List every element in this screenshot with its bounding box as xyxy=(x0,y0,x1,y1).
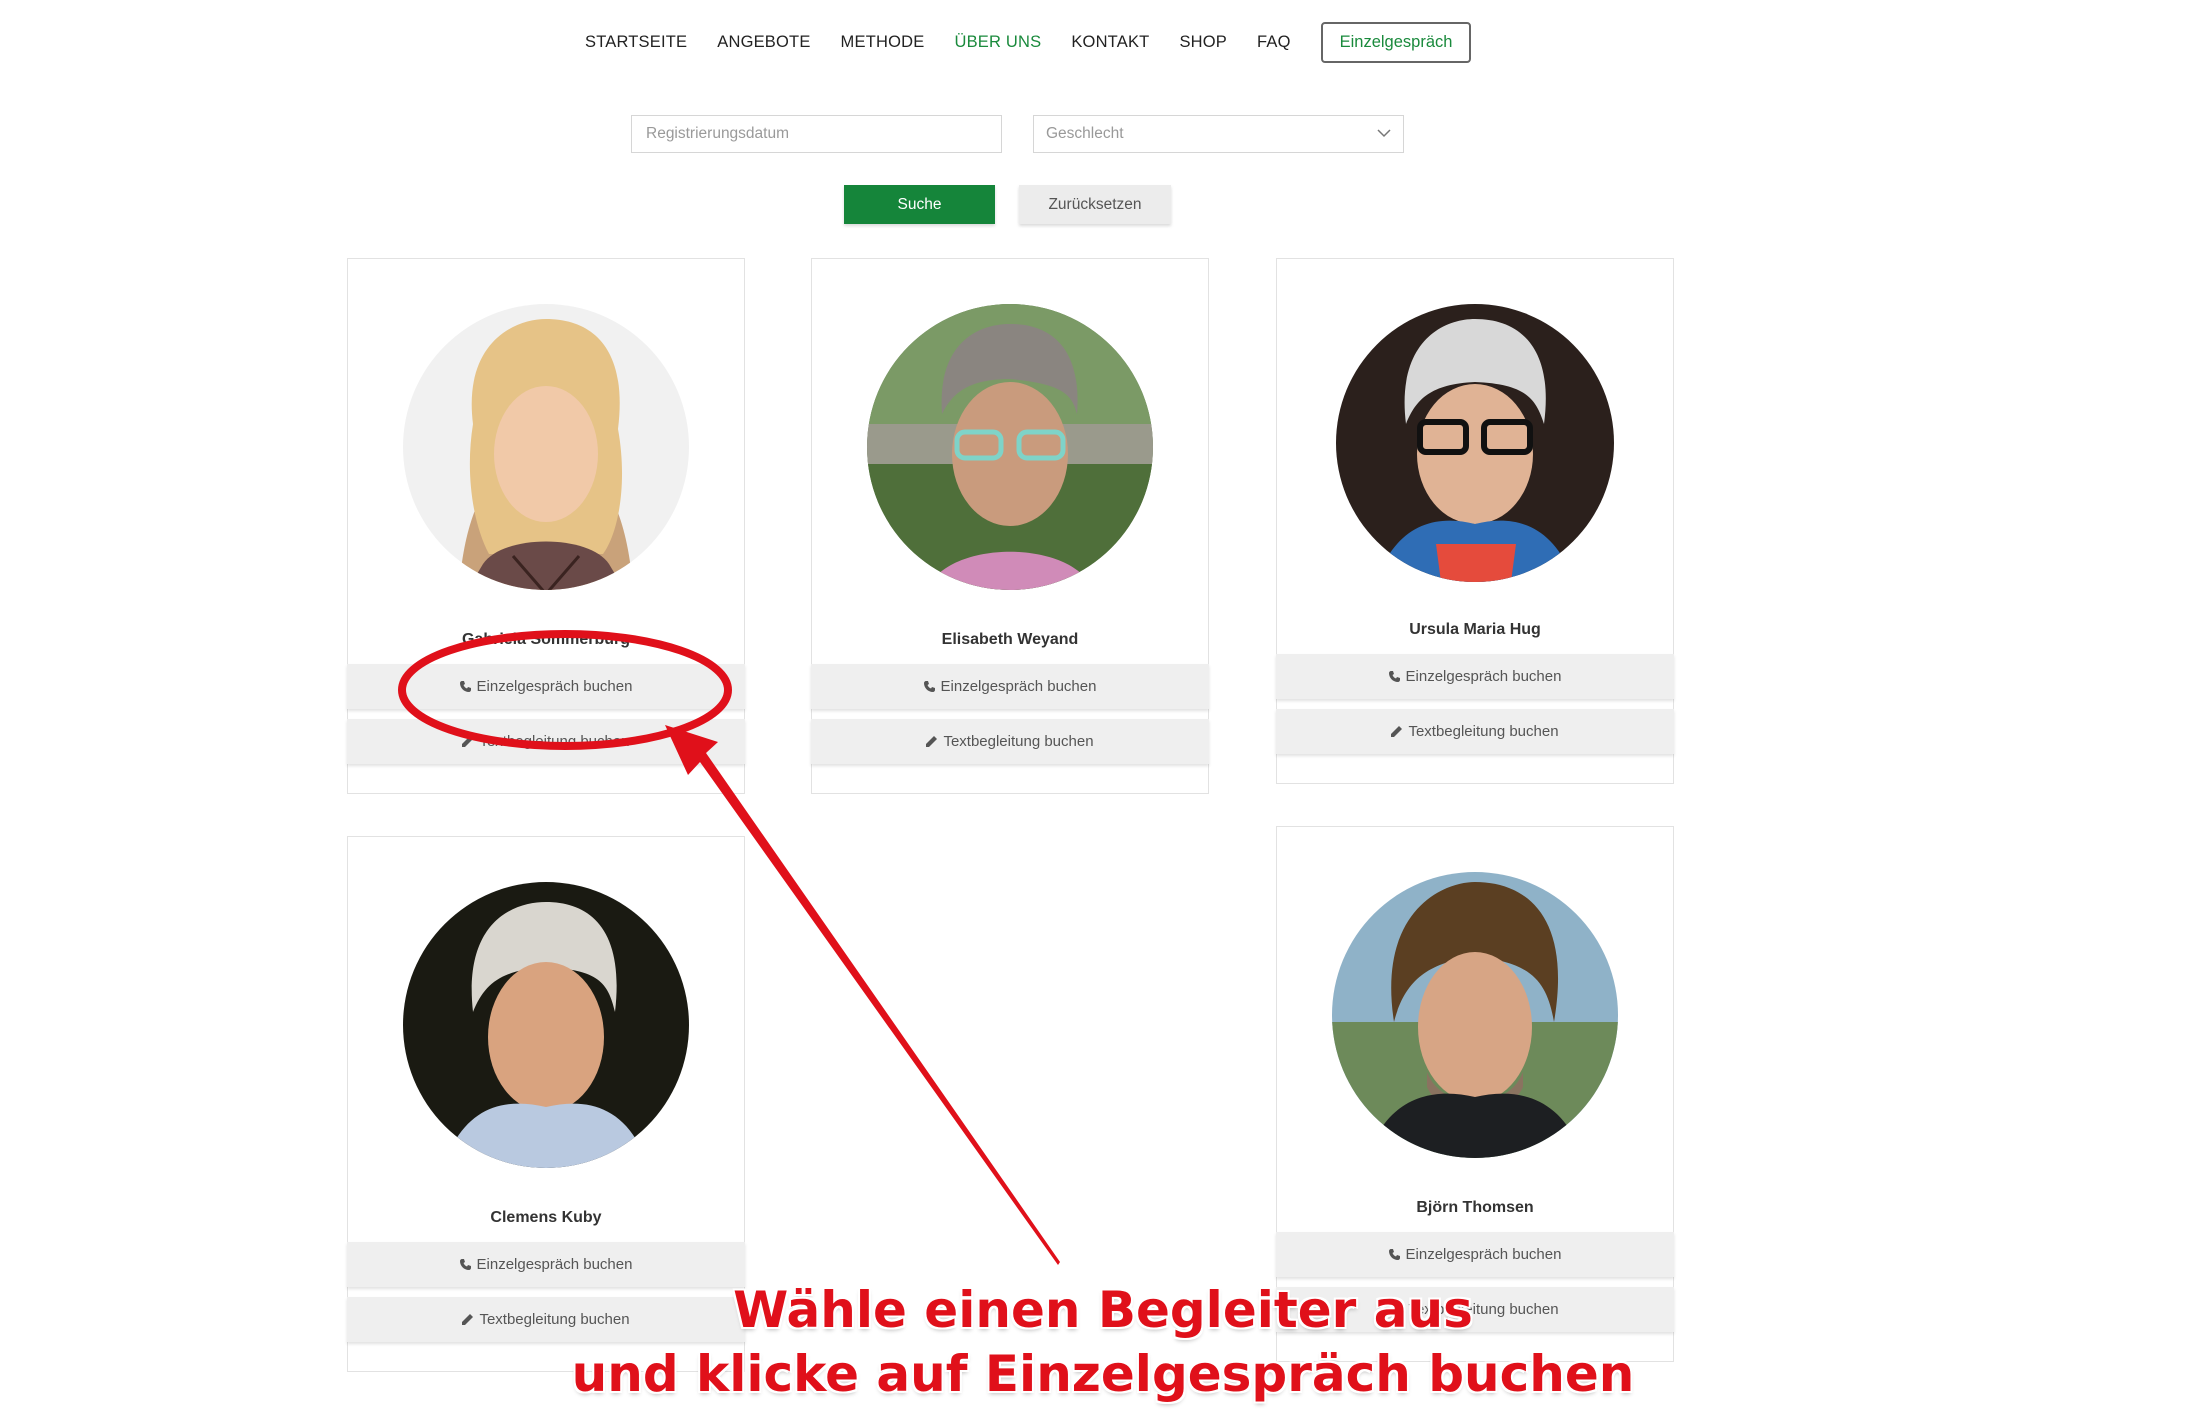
nav-cta-button[interactable]: Einzelgespräch xyxy=(1320,21,1472,63)
book-text-label: Textbegleitung buchen xyxy=(479,733,630,750)
pencil-icon xyxy=(1391,726,1403,737)
phone-icon xyxy=(1388,1249,1400,1260)
nav-item-startseite[interactable]: STARTSEITE xyxy=(585,33,687,52)
chevron-down-icon xyxy=(1377,129,1391,138)
companion-card: Elisabeth Weyand Einzelgespräch buchen T… xyxy=(810,258,1209,794)
companion-name: Gabriela Sommerburg xyxy=(461,631,631,648)
book-call-button[interactable]: Einzelgespräch buchen xyxy=(1275,1232,1674,1277)
companion-name: Elisabeth Weyand xyxy=(941,631,1079,648)
gender-select-value: Geschlecht xyxy=(1046,125,1124,142)
book-text-button[interactable]: Textbegleitung buchen xyxy=(346,719,745,764)
avatar xyxy=(1336,304,1614,582)
book-call-label: Einzelgespräch buchen xyxy=(1405,668,1562,685)
phone-icon xyxy=(923,681,935,692)
nav-item-ueber-uns[interactable]: ÜBER UNS xyxy=(954,33,1041,52)
avatar xyxy=(867,304,1153,590)
book-call-button[interactable]: Einzelgespräch buchen xyxy=(346,664,745,709)
companion-name: Björn Thomsen xyxy=(1416,1199,1534,1216)
book-call-label: Einzelgespräch buchen xyxy=(476,678,633,695)
book-call-label: Einzelgespräch buchen xyxy=(940,678,1097,695)
nav-item-kontakt[interactable]: KONTAKT xyxy=(1071,33,1149,52)
book-call-button[interactable]: Einzelgespräch buchen xyxy=(1275,654,1674,699)
book-text-label: Textbegleitung buchen xyxy=(1408,723,1559,740)
nav-item-shop[interactable]: SHOP xyxy=(1179,33,1227,52)
annotation-line-1: Wähle einen Begleiter aus xyxy=(733,1281,1473,1339)
book-text-label: Textbegleitung buchen xyxy=(943,733,1094,750)
avatar xyxy=(1332,872,1618,1158)
annotation-line-2: und klicke auf Einzelgespräch buchen xyxy=(571,1345,1635,1403)
book-call-button[interactable]: Einzelgespräch buchen xyxy=(810,664,1209,709)
phone-icon xyxy=(1388,671,1400,682)
registration-date-field[interactable] xyxy=(631,115,1002,153)
book-call-label: Einzelgespräch buchen xyxy=(1405,1246,1562,1263)
pencil-icon xyxy=(462,736,474,747)
book-call-label: Einzelgespräch buchen xyxy=(476,1256,633,1273)
avatar xyxy=(403,882,689,1168)
reset-button[interactable]: Zurücksetzen xyxy=(1019,185,1171,224)
gender-select[interactable]: Geschlecht xyxy=(1033,115,1404,153)
phone-icon xyxy=(459,1259,471,1270)
pencil-icon xyxy=(926,736,938,747)
nav-item-angebote[interactable]: ANGEBOTE xyxy=(717,33,810,52)
book-text-button[interactable]: Textbegleitung buchen xyxy=(810,719,1209,764)
main-nav: STARTSEITE ANGEBOTE METHODE ÜBER UNS KON… xyxy=(585,18,1472,66)
nav-item-methode[interactable]: METHODE xyxy=(841,33,925,52)
nav-item-faq[interactable]: FAQ xyxy=(1257,33,1291,52)
avatar xyxy=(403,304,689,590)
phone-icon xyxy=(459,681,471,692)
companion-name: Ursula Maria Hug xyxy=(1409,621,1541,638)
search-button[interactable]: Suche xyxy=(844,185,995,224)
registration-date-input[interactable] xyxy=(644,124,989,144)
book-text-button[interactable]: Textbegleitung buchen xyxy=(1275,709,1674,754)
companion-card: Ursula Maria Hug Einzelgespräch buchen T… xyxy=(1275,258,1674,784)
companion-card: Gabriela Sommerburg Einzelgespräch buche… xyxy=(346,258,745,794)
companion-name: Clemens Kuby xyxy=(490,1209,602,1226)
